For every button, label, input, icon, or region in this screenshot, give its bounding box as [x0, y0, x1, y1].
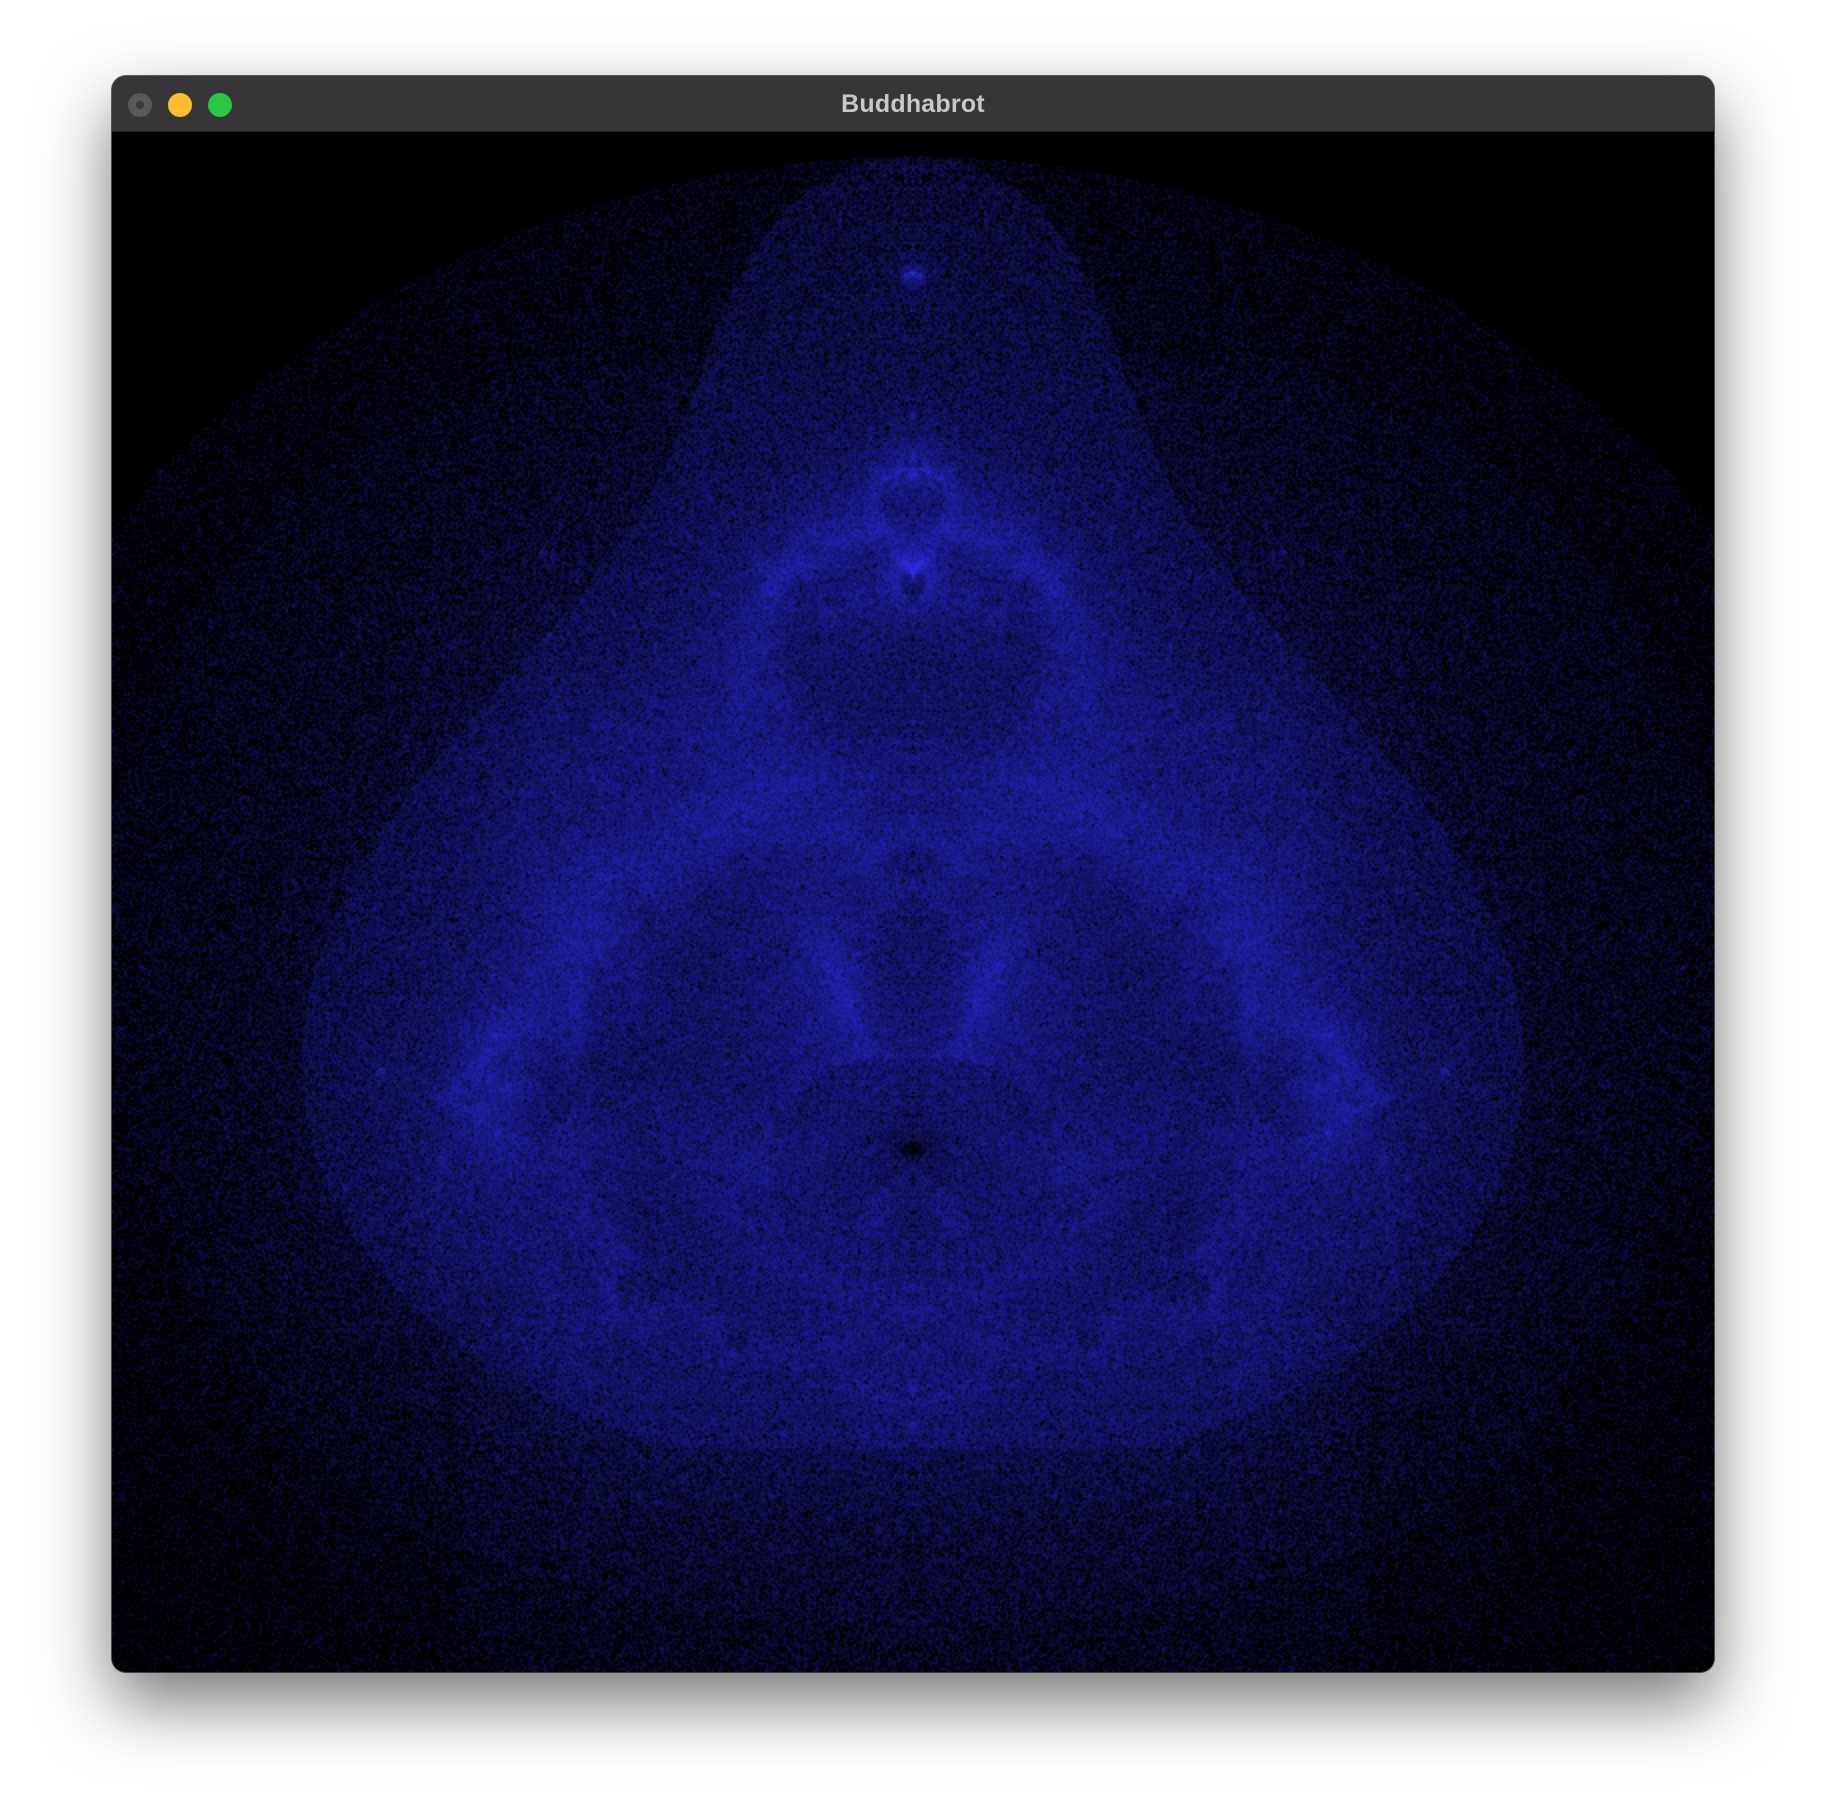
buddhabrot-canvas: [112, 132, 1714, 1672]
window-title: Buddhabrot: [841, 90, 985, 118]
app-window: Buddhabrot: [112, 76, 1714, 1672]
title-bar[interactable]: Buddhabrot: [112, 76, 1714, 132]
render-view: [112, 132, 1714, 1672]
